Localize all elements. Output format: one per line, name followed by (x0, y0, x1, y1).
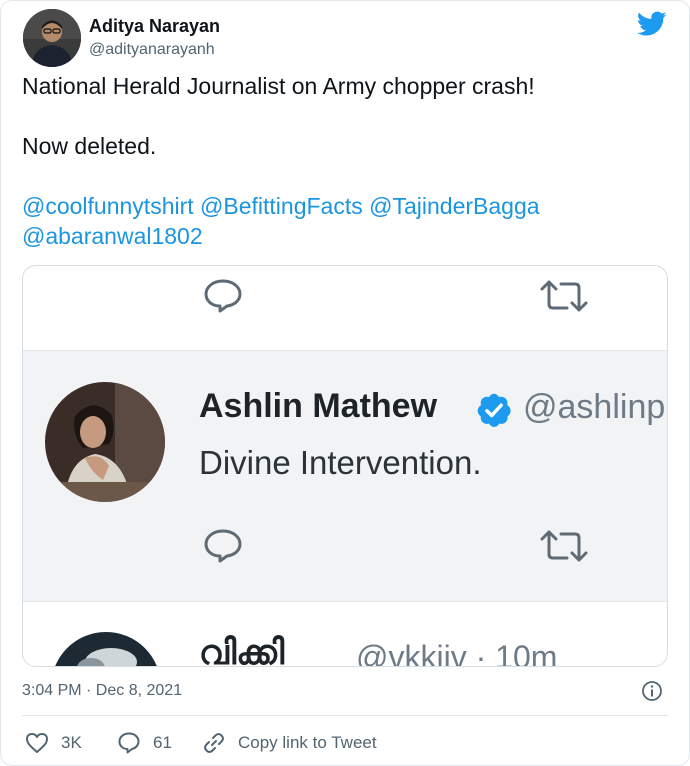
tweet-card: Aditya Narayan @adityanarayanh National … (0, 0, 690, 766)
next-user-name: വിക്കി (199, 634, 285, 667)
author-name[interactable]: Aditya Narayan (89, 16, 220, 37)
screenshot-divider (23, 601, 667, 602)
quoted-user-avatar (45, 382, 165, 502)
verified-badge-icon (477, 393, 511, 427)
footer-divider (22, 715, 668, 716)
info-icon[interactable] (641, 680, 663, 702)
retweet-icon (540, 280, 588, 312)
tweet-line-2: Now deleted. (22, 133, 157, 159)
mention-link[interactable]: @coolfunnytshirt (22, 193, 194, 219)
mention-link[interactable]: @BefittingFacts (200, 193, 363, 219)
mentions-line-1: @coolfunnytshirt @BefittingFacts @Tajind… (22, 191, 540, 221)
reply-bubble-icon (118, 732, 140, 754)
reply-count: 61 (153, 733, 172, 752)
quoted-user-handle: @ashlinp (523, 388, 666, 426)
like-button[interactable]: 3K (25, 731, 82, 755)
retweet-icon (540, 530, 588, 562)
link-icon (204, 733, 224, 753)
reply-bubble-icon (204, 529, 242, 563)
reply-bubble-icon (204, 279, 242, 313)
copy-link-label: Copy link to Tweet (238, 733, 377, 752)
next-user-avatar (51, 632, 161, 666)
mention-link[interactable]: @TajinderBagga (369, 193, 539, 219)
quoted-tweet-text: Divine Intervention. (199, 444, 482, 481)
heart-icon (26, 733, 48, 753)
copy-link-button[interactable]: Copy link to Tweet (202, 731, 377, 755)
mentions-line-2: @abaranwal1802 (22, 221, 203, 251)
reply-button[interactable]: 61 (117, 731, 172, 755)
tweet-line-1: National Herald Journalist on Army chopp… (22, 73, 535, 99)
author-avatar[interactable] (23, 9, 81, 67)
like-count: 3K (61, 733, 82, 752)
quoted-user-name: Ashlin Mathew (199, 387, 438, 425)
mention-link[interactable]: @abaranwal1802 (22, 223, 203, 249)
twitter-bird-icon[interactable] (637, 11, 667, 37)
embedded-screenshot[interactable]: Ashlin Mathew @ashlinp Divine Interventi… (22, 265, 668, 667)
next-user-meta: @vkkiiv · 10m (356, 639, 558, 667)
tweet-timestamp[interactable]: 3:04 PM · Dec 8, 2021 (22, 682, 182, 700)
author-handle[interactable]: @adityanarayanh (89, 41, 215, 59)
